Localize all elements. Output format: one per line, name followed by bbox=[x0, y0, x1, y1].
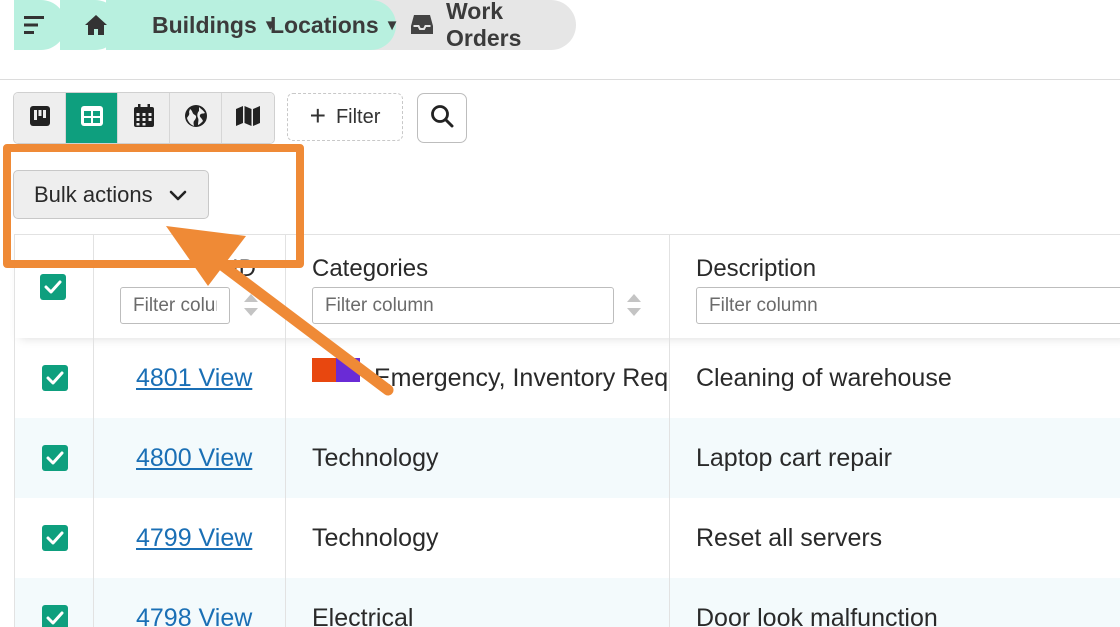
id-cell: 4799 View bbox=[94, 498, 286, 578]
work-orders-table: ID Categories Description bbox=[14, 234, 1120, 627]
categories-cell: Technology bbox=[286, 498, 670, 578]
search-button[interactable] bbox=[417, 93, 467, 143]
header-description: Description bbox=[670, 235, 1120, 338]
map-icon bbox=[235, 105, 261, 132]
breadcrumb-work-orders-label: Work Orders bbox=[446, 0, 522, 51]
search-icon bbox=[430, 104, 454, 133]
table-row[interactable]: 4801 View Emergency, Inventory Req Clean… bbox=[14, 338, 1120, 418]
row-select-cell bbox=[14, 418, 94, 498]
table-header: ID Categories Description bbox=[14, 234, 1120, 338]
row-select-cell bbox=[14, 338, 94, 418]
description-cell: Door look malfunction bbox=[670, 578, 1120, 627]
menu-button[interactable] bbox=[14, 0, 66, 50]
view-calendar-button[interactable] bbox=[118, 93, 170, 143]
description-text: Cleaning of warehouse bbox=[696, 363, 952, 392]
description-text: Laptop cart repair bbox=[696, 443, 892, 472]
header-select-all-cell bbox=[14, 235, 94, 338]
inbox-tray-icon bbox=[410, 14, 434, 36]
id-filter-input[interactable] bbox=[120, 287, 230, 324]
view-map-button[interactable] bbox=[222, 93, 274, 143]
column-header-description[interactable]: Description bbox=[696, 255, 816, 283]
view-kanban-button[interactable] bbox=[14, 93, 66, 143]
table-row[interactable]: 4800 View Technology Laptop cart repair bbox=[14, 418, 1120, 498]
work-order-view-link[interactable]: 4800 View bbox=[136, 444, 252, 473]
work-order-view-link[interactable]: 4798 View bbox=[136, 604, 252, 627]
row-select-cell bbox=[14, 578, 94, 627]
view-switcher bbox=[13, 92, 275, 144]
categories-text: Technology bbox=[312, 523, 439, 552]
caret-down-icon: ▼ bbox=[384, 16, 400, 34]
categories-text: Emergency, Inventory Req bbox=[374, 363, 669, 392]
hamburger-menu-icon bbox=[24, 15, 46, 35]
add-filter-button[interactable]: + Filter bbox=[287, 93, 403, 141]
id-cell: 4798 View bbox=[94, 578, 286, 627]
row-checkbox[interactable] bbox=[42, 365, 68, 391]
row-checkbox[interactable] bbox=[42, 605, 68, 627]
category-swatch bbox=[336, 358, 360, 382]
chevron-down-icon bbox=[169, 182, 187, 208]
id-cell: 4800 View bbox=[94, 418, 286, 498]
sort-arrows-icon[interactable] bbox=[242, 292, 260, 318]
breadcrumb-locations-label: Locations bbox=[270, 11, 379, 38]
row-select-cell bbox=[14, 498, 94, 578]
column-header-id[interactable]: ID bbox=[232, 255, 256, 283]
table-body: 4801 View Emergency, Inventory Req Clean… bbox=[14, 338, 1120, 627]
categories-cell: Electrical bbox=[286, 578, 670, 627]
breadcrumb-work-orders: Work Orders bbox=[370, 0, 576, 51]
categories-cell: Technology bbox=[286, 418, 670, 498]
table-grid-icon bbox=[80, 105, 104, 132]
view-table-button[interactable] bbox=[66, 93, 118, 143]
plus-icon: + bbox=[309, 99, 326, 131]
sort-arrows-icon[interactable] bbox=[625, 292, 643, 318]
add-filter-label: Filter bbox=[335, 105, 381, 128]
description-cell: Reset all servers bbox=[670, 498, 1120, 578]
header-id: ID bbox=[94, 235, 286, 338]
caret-down-icon: ▼ bbox=[262, 16, 278, 34]
description-filter-input[interactable] bbox=[696, 287, 1120, 324]
description-text: Reset all servers bbox=[696, 523, 883, 552]
description-text: Door look malfunction bbox=[696, 603, 938, 627]
select-all-checkbox[interactable] bbox=[40, 274, 66, 300]
breadcrumb-buildings[interactable]: Buildings ▼ bbox=[106, 0, 278, 50]
table-row[interactable]: 4798 View Electrical Door look malfuncti… bbox=[14, 578, 1120, 627]
calendar-icon bbox=[133, 103, 155, 133]
column-header-categories[interactable]: Categories bbox=[312, 255, 428, 283]
header-divider bbox=[0, 79, 1120, 80]
globe-icon bbox=[184, 104, 208, 133]
description-cell: Laptop cart repair bbox=[670, 418, 1120, 498]
breadcrumb-buildings-label: Buildings bbox=[152, 11, 257, 38]
row-checkbox[interactable] bbox=[42, 525, 68, 551]
category-swatch bbox=[312, 358, 336, 382]
id-cell: 4801 View bbox=[94, 338, 286, 418]
breadcrumb-home[interactable] bbox=[60, 0, 120, 50]
bulk-actions-label: Bulk actions bbox=[34, 181, 153, 207]
categories-text: Technology bbox=[312, 443, 439, 472]
categories-cell: Emergency, Inventory Req bbox=[286, 338, 670, 418]
categories-filter-input[interactable] bbox=[312, 287, 614, 324]
work-order-view-link[interactable]: 4799 View bbox=[136, 524, 252, 553]
home-icon bbox=[84, 14, 108, 36]
table-row[interactable]: 4799 View Technology Reset all servers bbox=[14, 498, 1120, 578]
kanban-board-icon bbox=[29, 105, 51, 132]
header-categories: Categories bbox=[286, 235, 670, 338]
bulk-actions-dropdown[interactable]: Bulk actions bbox=[13, 170, 209, 219]
work-orders-page: Buildings ▼ Locations ▼ Work Orders + Fi… bbox=[0, 0, 1120, 627]
description-cell: Cleaning of warehouse bbox=[670, 338, 1120, 418]
view-globe-button[interactable] bbox=[170, 93, 222, 143]
work-order-view-link[interactable]: 4801 View bbox=[136, 364, 252, 393]
row-checkbox[interactable] bbox=[42, 445, 68, 471]
category-color-swatches bbox=[312, 358, 360, 382]
categories-text: Electrical bbox=[312, 603, 414, 627]
breadcrumb: Buildings ▼ Locations ▼ Work Orders bbox=[14, 0, 576, 51]
